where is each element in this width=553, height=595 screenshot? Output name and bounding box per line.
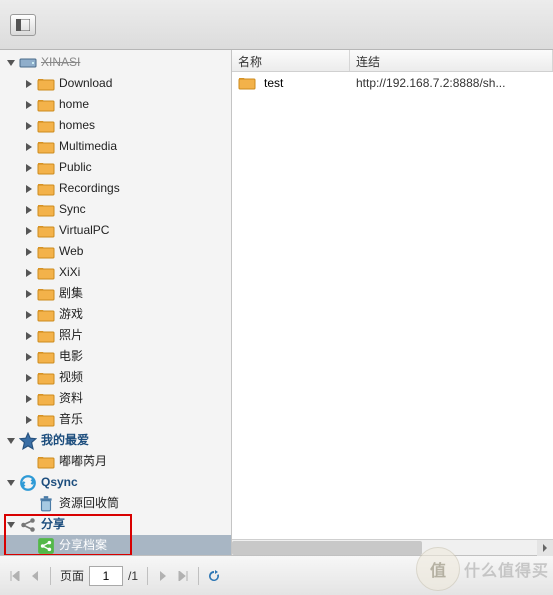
tree-folder[interactable]: Multimedia: [0, 136, 231, 157]
window-titlebar: [0, 0, 553, 50]
page-next-button[interactable]: [154, 567, 172, 585]
table-row[interactable]: test http://192.168.7.2:8888/sh...: [232, 72, 553, 94]
collapse-icon[interactable]: [6, 436, 16, 446]
expand-icon[interactable]: [24, 226, 34, 236]
expand-icon[interactable]: [24, 415, 34, 425]
expand-icon[interactable]: [24, 394, 34, 404]
folder-icon: [238, 75, 256, 91]
tree-qsync-item[interactable]: 资源回收筒: [0, 493, 231, 514]
tree-volume[interactable]: XINASI: [0, 52, 231, 73]
expand-icon[interactable]: [24, 163, 34, 173]
tree-folder[interactable]: Download: [0, 73, 231, 94]
tree-folder[interactable]: 资料: [0, 388, 231, 409]
tree-folder[interactable]: 音乐: [0, 409, 231, 430]
expand-icon[interactable]: [24, 352, 34, 362]
collapse-icon[interactable]: [6, 478, 16, 488]
expand-icon[interactable]: [24, 205, 34, 215]
tree-folder[interactable]: homes: [0, 115, 231, 136]
tree-folder[interactable]: Public: [0, 157, 231, 178]
cell-link: http://192.168.7.2:8888/sh...: [350, 76, 553, 90]
star-icon: [19, 433, 37, 449]
expand-icon[interactable]: [24, 331, 34, 341]
tree-folder[interactable]: 电影: [0, 346, 231, 367]
folder-icon: [37, 391, 55, 407]
grid-body: test http://192.168.7.2:8888/sh...: [232, 72, 553, 539]
folder-icon: [37, 139, 55, 155]
expand-icon[interactable]: [24, 79, 34, 89]
expand-icon[interactable]: [24, 184, 34, 194]
tree-folder[interactable]: XiXi: [0, 262, 231, 283]
page-last-button[interactable]: [174, 567, 192, 585]
folder-icon: [37, 349, 55, 365]
expand-icon[interactable]: [24, 268, 34, 278]
folder-icon: [37, 307, 55, 323]
recycle-bin-icon: [37, 496, 55, 512]
expand-icon[interactable]: [24, 373, 34, 383]
cell-name: test: [264, 76, 283, 90]
tree-folder[interactable]: Recordings: [0, 178, 231, 199]
tree-favorite-item[interactable]: 嘟嘟芮月: [0, 451, 231, 472]
folder-icon: [37, 76, 55, 92]
column-header-link[interactable]: 连结: [350, 50, 553, 71]
drive-icon: [19, 55, 37, 71]
expand-icon[interactable]: [24, 121, 34, 131]
folder-icon: [37, 244, 55, 260]
tree-qsync[interactable]: Qsync: [0, 472, 231, 493]
qsync-icon: [19, 475, 37, 491]
folder-icon: [37, 223, 55, 239]
page-prev-button[interactable]: [26, 567, 44, 585]
watermark-text: 什么值得买: [464, 557, 549, 581]
expand-icon[interactable]: [24, 289, 34, 299]
expand-icon[interactable]: [24, 142, 34, 152]
tree-folder[interactable]: 照片: [0, 325, 231, 346]
share-file-icon: [37, 538, 55, 554]
folder-icon: [37, 118, 55, 134]
collapse-icon[interactable]: [6, 58, 16, 68]
folder-icon: [37, 286, 55, 302]
grid-header: 名称 连结: [232, 50, 553, 72]
expand-icon[interactable]: [24, 100, 34, 110]
expand-icon[interactable]: [24, 247, 34, 257]
window-layout-button[interactable]: [10, 14, 36, 36]
tree-folder[interactable]: Sync: [0, 199, 231, 220]
watermark-badge: 值: [416, 547, 460, 591]
folder-icon: [37, 328, 55, 344]
tree-folder[interactable]: Web: [0, 241, 231, 262]
tree-share-item[interactable]: 分享档案: [0, 535, 231, 555]
tree-folder[interactable]: 游戏: [0, 304, 231, 325]
folder-tree-sidebar: XINASIDownloadhomehomesMultimediaPublicR…: [0, 50, 232, 555]
folder-icon: [37, 370, 55, 386]
folder-icon: [37, 160, 55, 176]
page-total: /1: [125, 569, 141, 583]
folder-icon: [37, 181, 55, 197]
folder-icon: [37, 454, 55, 470]
page-label: 页面: [57, 567, 87, 584]
page-first-button[interactable]: [6, 567, 24, 585]
expand-icon[interactable]: [24, 310, 34, 320]
folder-icon: [37, 97, 55, 113]
folder-icon: [37, 265, 55, 281]
content-pane: 名称 连结 test http://192.168.7.2:8888/sh...: [232, 50, 553, 555]
tree-favorites[interactable]: 我的最爱: [0, 430, 231, 451]
column-header-name[interactable]: 名称: [232, 50, 350, 71]
tree-folder[interactable]: 剧集: [0, 283, 231, 304]
scrollbar-thumb[interactable]: [232, 541, 422, 555]
watermark: 值 什么值得买: [416, 547, 549, 591]
folder-icon: [37, 202, 55, 218]
tree-folder[interactable]: VirtualPC: [0, 220, 231, 241]
folder-icon: [37, 412, 55, 428]
page-number-input[interactable]: [89, 566, 123, 586]
share-icon: [19, 517, 37, 533]
tree-folder[interactable]: home: [0, 94, 231, 115]
tree-share[interactable]: 分享: [0, 514, 231, 535]
tree-folder[interactable]: 视频: [0, 367, 231, 388]
collapse-icon[interactable]: [6, 520, 16, 530]
refresh-button[interactable]: [205, 567, 223, 585]
